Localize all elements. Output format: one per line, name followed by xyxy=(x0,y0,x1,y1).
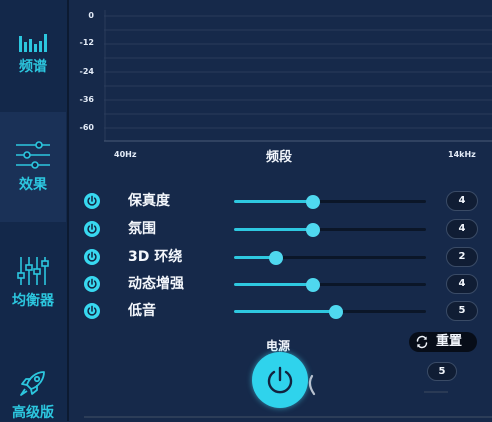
slider-fill xyxy=(234,228,313,231)
decorative-arc xyxy=(308,374,316,396)
effect-power-toggle[interactable] xyxy=(84,276,100,292)
effect-power-toggle[interactable] xyxy=(84,193,100,209)
effect-label: 动态增强 xyxy=(128,276,184,292)
power-icon xyxy=(87,251,97,262)
y-tick-2: -24 xyxy=(79,67,94,76)
effect-slider[interactable] xyxy=(234,222,426,237)
spectrum-chart xyxy=(104,10,492,142)
x-label-end: 14kHz xyxy=(448,150,476,159)
sidebar-item-label: 频谱 xyxy=(19,59,47,75)
sidebar-item-effects[interactable]: 效果 xyxy=(0,112,66,222)
effect-power-toggle[interactable] xyxy=(84,249,100,265)
effect-power-toggle[interactable] xyxy=(84,303,100,319)
effect-slider[interactable] xyxy=(234,194,426,209)
effect-row: 氛围 4 xyxy=(84,218,484,240)
y-tick-1: -12 xyxy=(79,38,94,47)
effect-slider[interactable] xyxy=(234,250,426,265)
sidebar: 频谱 效果 均衡器 高级版 xyxy=(0,0,68,421)
reset-button[interactable]: 重置 xyxy=(409,332,477,352)
scroll-indicator xyxy=(424,391,448,393)
reset-label: 重置 xyxy=(436,334,463,349)
slider-fill xyxy=(234,310,336,313)
slider-thumb[interactable] xyxy=(305,277,320,292)
effect-value-badge[interactable]: 4 xyxy=(446,219,478,239)
effect-label: 保真度 xyxy=(128,193,170,209)
effect-label: 3D 环绕 xyxy=(128,249,183,265)
slider-fill xyxy=(234,283,313,286)
spectrum-icon xyxy=(19,34,47,52)
bottom-divider xyxy=(84,416,492,418)
effect-row: 动态增强 4 xyxy=(84,273,484,295)
y-tick-0: 0 xyxy=(88,11,94,20)
effect-slider[interactable] xyxy=(234,277,426,292)
slider-thumb[interactable] xyxy=(328,304,343,319)
slider-fill xyxy=(234,200,313,203)
equalizer-icon xyxy=(17,257,49,285)
sidebar-item-equalizer[interactable]: 均衡器 xyxy=(0,256,66,310)
effect-label: 氛围 xyxy=(128,221,156,237)
effect-power-toggle[interactable] xyxy=(84,221,100,237)
slider-thumb[interactable] xyxy=(305,222,320,237)
effect-row: 低音 5 xyxy=(84,300,484,322)
power-icon xyxy=(87,195,97,206)
effect-slider[interactable] xyxy=(234,304,426,319)
sidebar-item-label: 高级版 xyxy=(12,405,54,421)
spectrum-grid xyxy=(104,10,492,142)
x-label-start: 40Hz xyxy=(114,150,137,159)
rocket-icon xyxy=(20,371,45,396)
chart-title: 频段 xyxy=(266,150,293,165)
sidebar-item-spectrum[interactable]: 频谱 xyxy=(0,30,66,76)
sidebar-divider xyxy=(67,0,69,421)
preset-value-badge[interactable]: 5 xyxy=(427,362,457,381)
effect-value-badge[interactable]: 4 xyxy=(446,191,478,211)
y-tick-4: -60 xyxy=(79,123,94,132)
slider-thumb[interactable] xyxy=(269,250,284,265)
y-tick-3: -36 xyxy=(79,95,94,104)
power-icon xyxy=(267,366,293,394)
effect-label: 低音 xyxy=(128,303,156,319)
refresh-icon xyxy=(416,335,428,349)
sidebar-item-label: 均衡器 xyxy=(12,293,54,309)
power-button[interactable] xyxy=(252,352,308,408)
effect-value-badge[interactable]: 4 xyxy=(446,274,478,294)
effect-row: 3D 环绕 2 xyxy=(84,246,484,268)
sliders-icon xyxy=(16,141,50,169)
effect-value-badge[interactable]: 2 xyxy=(446,247,478,267)
power-icon xyxy=(87,223,97,234)
power-icon xyxy=(87,305,97,316)
sidebar-item-label: 效果 xyxy=(19,177,47,193)
effect-value-badge[interactable]: 5 xyxy=(446,301,478,321)
sidebar-item-premium[interactable]: 高级版 xyxy=(0,368,66,422)
slider-thumb[interactable] xyxy=(305,194,320,209)
power-icon xyxy=(87,278,97,289)
effect-row: 保真度 4 xyxy=(84,190,484,212)
